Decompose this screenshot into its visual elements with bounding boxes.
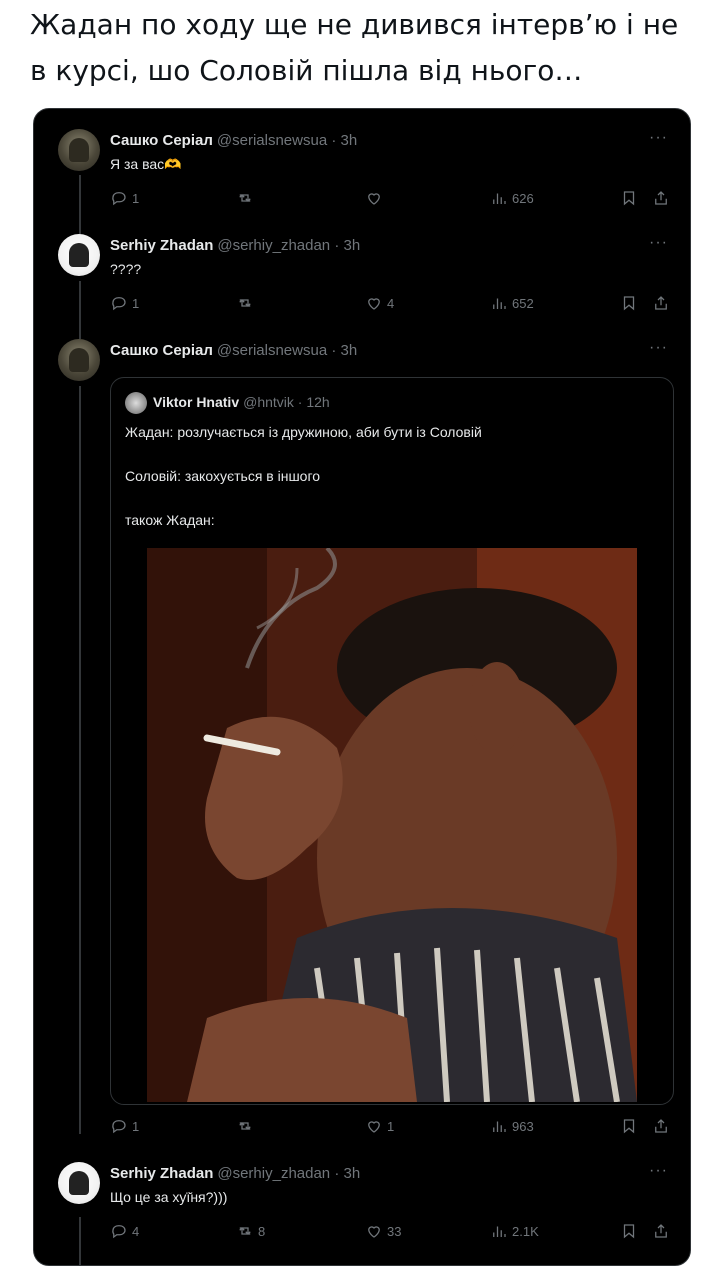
more-icon[interactable]: ··· — [649, 129, 668, 147]
views-icon — [493, 298, 506, 309]
bookmark-icon — [623, 296, 635, 311]
author-handle: @hntvik · 12h — [243, 394, 330, 410]
views-button[interactable]: 626 — [490, 189, 534, 207]
quote-line: Соловій: закохується в іншого — [125, 468, 321, 484]
meme-photo[interactable] — [147, 546, 637, 1103]
author-name[interactable]: Viktor Hnativ — [153, 394, 239, 410]
repost-button[interactable] — [236, 1117, 258, 1135]
reply-icon — [112, 1225, 126, 1239]
repost-icon — [239, 299, 251, 307]
author-name[interactable]: Serhiy Zhadan — [110, 1165, 213, 1182]
share-button[interactable] — [652, 189, 670, 207]
like-icon — [368, 298, 380, 310]
avatar[interactable] — [58, 1162, 100, 1204]
bookmark-button[interactable] — [620, 1222, 638, 1240]
tweet[interactable]: Сашко Серіал @serialsnewsua · 3h ··· Vikt… — [34, 319, 690, 1139]
post-caption: Жадан по ходу ще не дивився інтерв’ю і н… — [30, 8, 679, 87]
author-handle: @serhiy_zhadan · 3h — [217, 237, 361, 254]
author-name[interactable]: Сашко Серіал — [110, 342, 213, 359]
share-icon — [655, 1119, 667, 1133]
thread-screenshot: Сашко Серіал @serialsnewsua · 3h ··· Я за… — [33, 108, 691, 1266]
more-icon[interactable]: ··· — [649, 1162, 668, 1180]
like-count: 1 — [387, 1118, 395, 1134]
author-handle: @serialsnewsua · 3h — [216, 342, 358, 359]
views-button[interactable]: 963 — [490, 1117, 534, 1135]
views-button[interactable]: 2.1K — [490, 1222, 539, 1240]
reply-count: 4 — [132, 1223, 140, 1239]
reply-count: 1 — [132, 190, 140, 206]
share-icon — [655, 191, 667, 205]
reply-icon — [112, 192, 126, 206]
like-button[interactable]: 1 — [365, 1117, 394, 1135]
like-icon — [368, 193, 380, 205]
share-button[interactable] — [652, 1222, 670, 1240]
share-button[interactable] — [652, 1117, 670, 1135]
views-icon — [493, 1226, 506, 1237]
like-count: 4 — [387, 295, 395, 311]
thread-line — [79, 175, 81, 235]
author-name[interactable]: Serhiy Zhadan — [110, 237, 213, 254]
reply-button[interactable]: 4 — [110, 1222, 139, 1240]
like-icon — [368, 1121, 380, 1133]
tweet-text: Я за вас🫶 — [110, 156, 182, 172]
tweet-text: Що це за хуї̆ня?))) — [110, 1189, 228, 1205]
like-button[interactable]: 33 — [365, 1222, 401, 1240]
repost-icon — [239, 1227, 251, 1235]
more-icon[interactable]: ··· — [649, 339, 668, 357]
views-icon — [493, 1121, 506, 1132]
like-button[interactable]: 4 — [365, 294, 394, 312]
reply-count: 1 — [132, 295, 140, 311]
tweet-text: ???? — [110, 261, 142, 277]
quote-line: також Жадан: — [125, 512, 215, 528]
like-count: 33 — [387, 1223, 402, 1239]
repost-button[interactable] — [236, 294, 258, 312]
views-button[interactable]: 652 — [490, 294, 534, 312]
avatar[interactable] — [58, 129, 100, 171]
reply-button[interactable]: 1 — [110, 294, 139, 312]
quoted-tweet[interactable]: Viktor Hnativ @hntvik · 12h Жадан: розлуч… — [110, 377, 674, 1105]
reply-icon — [112, 1120, 126, 1134]
author-handle: @serhiy_zhadan · 3h — [217, 1165, 361, 1182]
meme-photo-illustration — [147, 546, 637, 1103]
share-icon — [655, 1224, 667, 1238]
view-count: 626 — [512, 190, 534, 206]
author-handle: @serialsnewsua · 3h — [216, 132, 358, 149]
repost-button[interactable] — [236, 189, 258, 207]
view-count: 652 — [512, 295, 534, 311]
repost-button[interactable]: 8 — [236, 1222, 265, 1240]
more-icon[interactable]: ··· — [649, 234, 668, 252]
view-count: 2.1K — [512, 1223, 539, 1239]
avatar[interactable] — [125, 392, 147, 414]
share-button[interactable] — [652, 294, 670, 312]
bookmark-icon — [623, 1119, 635, 1134]
reply-button[interactable]: 1 — [110, 189, 139, 207]
bookmark-button[interactable] — [620, 189, 638, 207]
bookmark-button[interactable] — [620, 1117, 638, 1135]
author-name[interactable]: Сашко Серіал — [110, 132, 213, 149]
repost-icon — [239, 194, 251, 202]
avatar[interactable] — [58, 234, 100, 276]
like-button[interactable] — [365, 189, 387, 207]
avatar[interactable] — [58, 339, 100, 381]
bookmark-icon — [623, 1224, 635, 1239]
reply-button[interactable]: 1 — [110, 1117, 139, 1135]
bookmark-button[interactable] — [620, 294, 638, 312]
quote-line: Жадан: розлучається із дружиною, аби бут… — [125, 424, 482, 440]
like-icon — [368, 1226, 380, 1238]
reply-icon — [112, 297, 126, 311]
repost-count: 8 — [258, 1223, 266, 1239]
view-count: 963 — [512, 1118, 534, 1134]
views-icon — [493, 193, 506, 204]
repost-icon — [239, 1122, 251, 1130]
thread-line — [79, 1217, 81, 1265]
share-icon — [655, 296, 667, 310]
bookmark-icon — [623, 191, 635, 206]
reply-count: 1 — [132, 1118, 140, 1134]
